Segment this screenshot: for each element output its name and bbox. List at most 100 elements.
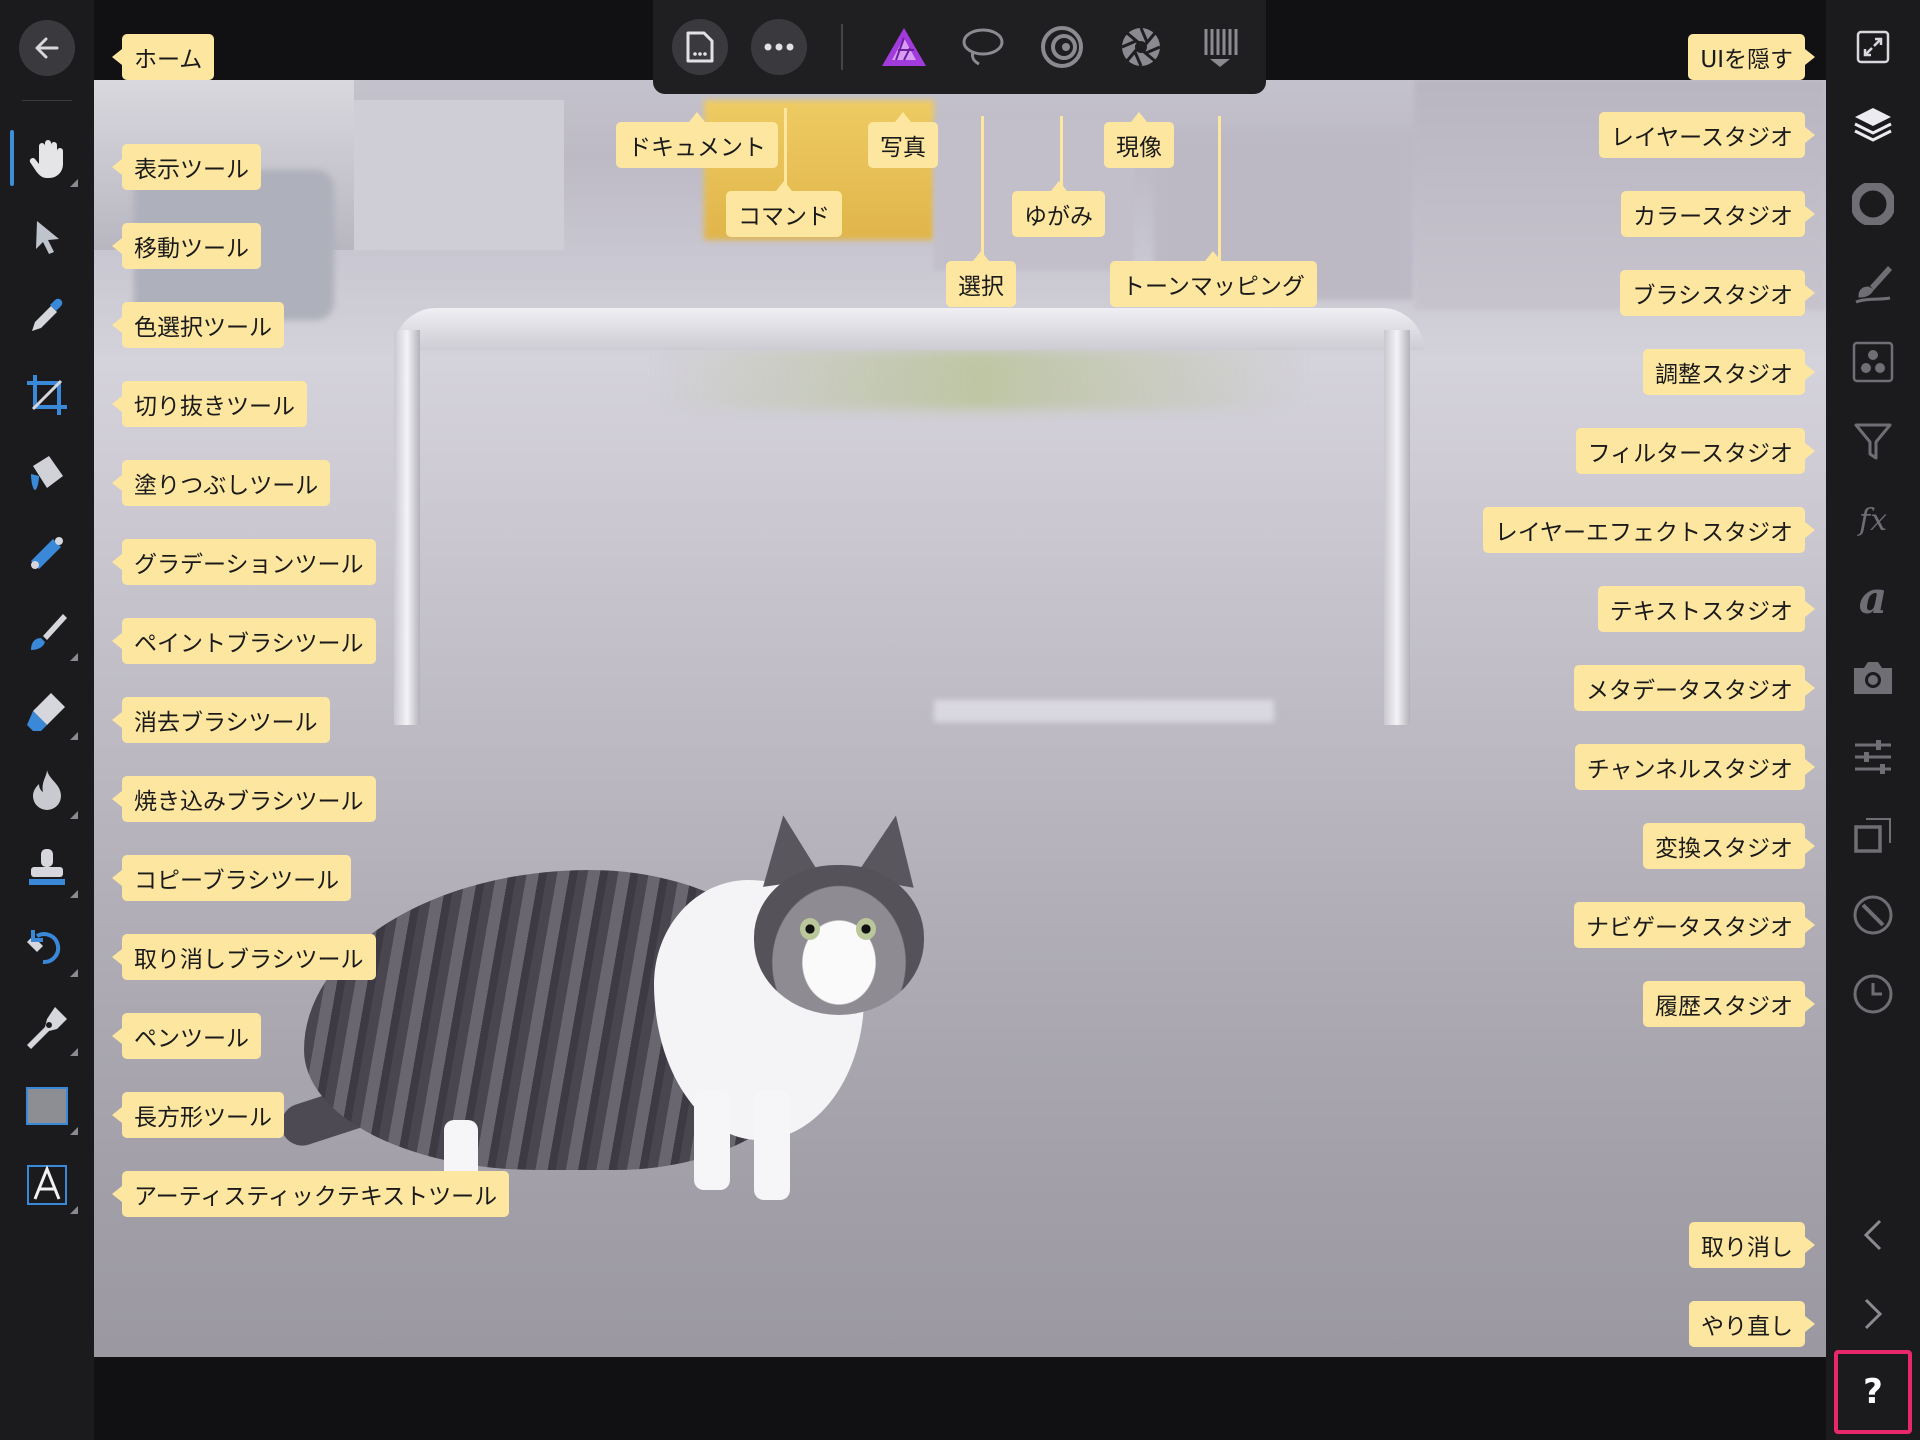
undo-button[interactable] bbox=[1848, 1210, 1898, 1260]
label-pen-tool: ペンツール bbox=[122, 1013, 261, 1059]
label-adjustments-studio: 調整スタジオ bbox=[1643, 349, 1805, 395]
lasso-icon bbox=[962, 28, 1004, 66]
hide-ui-button[interactable] bbox=[1848, 22, 1898, 72]
affinity-photo-triangle-icon bbox=[882, 28, 926, 66]
persona-photo[interactable] bbox=[879, 24, 929, 70]
tool-clone-brush[interactable] bbox=[22, 844, 78, 898]
studio-metadata[interactable] bbox=[1848, 653, 1898, 703]
arrow-left-icon bbox=[35, 37, 59, 59]
label-paint-brush-tool: ペイントブラシツール bbox=[122, 618, 376, 664]
label-erase-brush-tool: 消去ブラシツール bbox=[122, 697, 330, 743]
label-filters-studio: フィルタースタジオ bbox=[1575, 428, 1805, 474]
tool-rectangle[interactable] bbox=[22, 1081, 78, 1135]
label-home: ホーム bbox=[122, 34, 215, 80]
tool-undo-brush[interactable] bbox=[22, 923, 78, 977]
tool-move[interactable] bbox=[22, 212, 72, 262]
label-liquify-persona: ゆがみ bbox=[1012, 191, 1105, 237]
label-color-studio: カラースタジオ bbox=[1621, 191, 1805, 237]
label-undo-brush-tool: 取り消しブラシツール bbox=[122, 934, 376, 980]
label-artistic-text-tool: アーティスティックテキストツール bbox=[122, 1171, 510, 1217]
studio-layer-effects[interactable]: fx bbox=[1848, 495, 1898, 545]
studio-layers[interactable] bbox=[1848, 100, 1898, 150]
stamp-icon bbox=[29, 849, 65, 885]
studio-navigator[interactable] bbox=[1848, 890, 1898, 940]
active-tool-indicator bbox=[10, 130, 14, 186]
persona-selection[interactable] bbox=[958, 24, 1008, 70]
help-icon: ? bbox=[1863, 1372, 1883, 1412]
studio-text[interactable]: a bbox=[1848, 574, 1898, 624]
document-icon bbox=[686, 31, 714, 63]
label-undo: 取り消し bbox=[1689, 1222, 1805, 1268]
home-button[interactable] bbox=[19, 20, 75, 76]
label-photo-persona: 写真 bbox=[868, 122, 938, 168]
tool-erase-brush[interactable] bbox=[22, 686, 78, 740]
studio-transform[interactable] bbox=[1848, 811, 1898, 861]
studio-color[interactable] bbox=[1848, 179, 1898, 229]
label-develop-persona: 現像 bbox=[1104, 122, 1174, 168]
color-wheel-icon bbox=[1852, 183, 1894, 225]
persona-develop[interactable] bbox=[1116, 24, 1166, 70]
label-fill-tool: 塗りつぶしツール bbox=[122, 460, 331, 506]
document-button[interactable] bbox=[672, 19, 728, 75]
text-a-icon bbox=[27, 1164, 67, 1205]
studio-adjustments[interactable] bbox=[1848, 337, 1898, 387]
rectangle-icon bbox=[26, 1087, 68, 1125]
grass-strip bbox=[654, 350, 1304, 410]
pointer-icon bbox=[36, 221, 59, 254]
brush-icon bbox=[31, 614, 67, 650]
adjustment-dots-icon bbox=[1852, 341, 1894, 383]
cat-eye bbox=[856, 918, 876, 940]
cat-leg bbox=[694, 1090, 730, 1190]
studio-channels[interactable] bbox=[1848, 732, 1898, 782]
aperture-icon bbox=[1121, 27, 1161, 67]
persona-tone-mapping[interactable] bbox=[1195, 24, 1245, 70]
cat-leg bbox=[754, 1090, 790, 1200]
ellipsis-icon bbox=[764, 43, 794, 51]
help-button[interactable]: ? bbox=[1834, 1350, 1912, 1434]
tool-fill[interactable] bbox=[22, 449, 72, 499]
tool-crop[interactable] bbox=[22, 370, 72, 420]
text-icon: a bbox=[1858, 573, 1888, 624]
gradient-icon bbox=[31, 537, 63, 569]
layers-icon bbox=[1854, 108, 1892, 142]
tool-view[interactable] bbox=[22, 133, 78, 187]
command-button[interactable] bbox=[751, 19, 807, 75]
persona-liquify[interactable] bbox=[1037, 24, 1087, 70]
clock-icon bbox=[1853, 974, 1893, 1014]
tool-artistic-text[interactable] bbox=[22, 1160, 78, 1214]
tool-burn-brush[interactable] bbox=[22, 765, 78, 819]
label-color-picker-tool: 色選択ツール bbox=[122, 302, 284, 348]
bg-building bbox=[354, 100, 564, 250]
label-history-studio: 履歴スタジオ bbox=[1643, 981, 1805, 1027]
crop-icon bbox=[27, 375, 67, 415]
studio-history[interactable] bbox=[1848, 969, 1898, 1019]
label-crop-tool: 切り抜きツール bbox=[122, 381, 307, 427]
left-toolbar bbox=[0, 0, 94, 1440]
label-tone-mapping-persona: トーンマッピング bbox=[1110, 261, 1317, 307]
fullscreen-icon bbox=[1856, 30, 1890, 64]
tool-pen[interactable] bbox=[22, 1002, 78, 1056]
top-toolbar bbox=[653, 0, 1266, 94]
compass-icon bbox=[1853, 895, 1893, 935]
redo-button[interactable] bbox=[1848, 1289, 1898, 1339]
eraser-icon bbox=[27, 693, 65, 731]
tool-paint-brush[interactable] bbox=[22, 607, 78, 661]
studio-filters[interactable] bbox=[1848, 416, 1898, 466]
studio-brushes[interactable] bbox=[1848, 258, 1898, 308]
label-navigator-studio: ナビゲータスタジオ bbox=[1574, 902, 1805, 948]
label-rectangle-tool: 長方形ツール bbox=[122, 1092, 284, 1138]
label-redo: やり直し bbox=[1689, 1301, 1805, 1347]
label-clone-brush-tool: コピーブラシツール bbox=[122, 855, 352, 901]
flame-icon bbox=[33, 770, 61, 810]
label-selection-persona: 選択 bbox=[946, 261, 1016, 307]
tool-color-picker[interactable] bbox=[22, 291, 72, 341]
tone-mapping-icon bbox=[1204, 29, 1238, 67]
hand-icon bbox=[29, 140, 63, 178]
label-move-tool: 移動ツール bbox=[122, 223, 261, 269]
toolbar-divider bbox=[841, 24, 843, 70]
leader-line bbox=[784, 108, 787, 192]
toolbar-divider bbox=[22, 100, 72, 101]
funnel-icon bbox=[1854, 423, 1892, 460]
tool-gradient[interactable] bbox=[22, 528, 72, 578]
fx-icon: fx bbox=[1858, 502, 1888, 538]
